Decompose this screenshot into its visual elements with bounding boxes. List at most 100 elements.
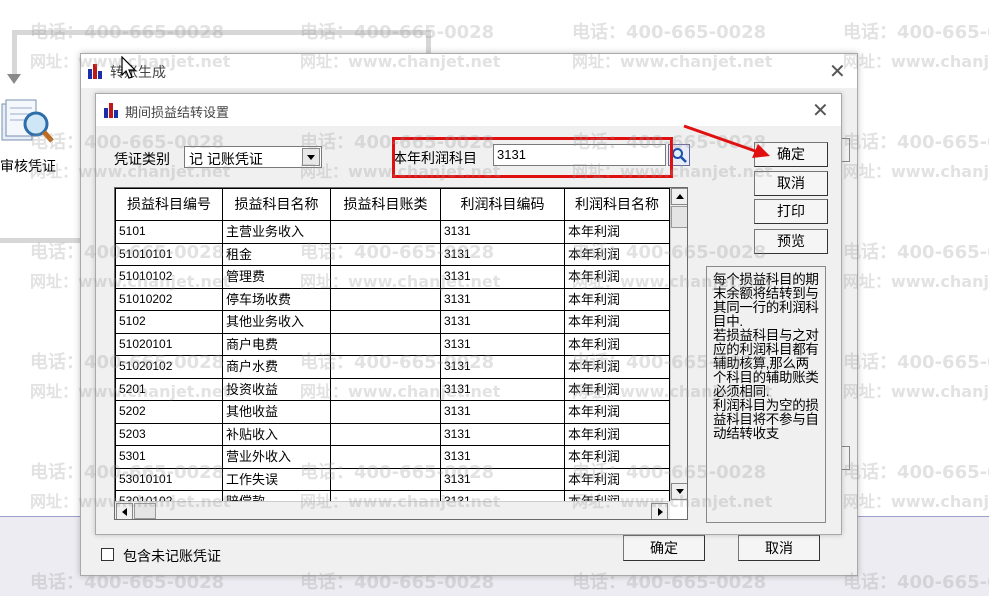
table-row[interactable]: 5101 主营业务收入 3131 本年利润 [115,221,670,244]
preview-button[interactable]: 预览 [754,229,828,254]
table-cell[interactable]: 本年利润 [565,446,670,469]
column-header[interactable]: 损益科目账类 [331,188,441,221]
table-row[interactable]: 5202 其他收益 3131 本年利润 [115,401,670,424]
table-cell[interactable]: 3131 [441,356,565,379]
table-cell[interactable] [331,266,441,289]
table-row[interactable]: 51020101 商户电费 3131 本年利润 [115,333,670,356]
table-cell[interactable]: 其他业务收入 [223,311,331,334]
audit-voucher-icon[interactable] [0,94,56,150]
close-icon[interactable]: ✕ [829,61,846,81]
table-cell[interactable]: 投资收益 [223,378,331,401]
table-cell[interactable]: 51010202 [115,288,223,311]
table-cell[interactable]: 5203 [115,423,223,446]
table-cell[interactable]: 本年利润 [565,333,670,356]
cancel-button[interactable]: 取消 [754,171,828,196]
table-row[interactable]: 5203 补贴收入 3131 本年利润 [115,423,670,446]
table-cell[interactable]: 本年利润 [565,266,670,289]
table-row[interactable]: 5102 其他业务收入 3131 本年利润 [115,311,670,334]
table-cell[interactable]: 停车场收费 [223,288,331,311]
column-header[interactable]: 损益科目名称 [223,188,331,221]
table-cell[interactable]: 5201 [115,378,223,401]
table-cell[interactable] [331,221,441,244]
table-cell[interactable] [331,333,441,356]
table-cell[interactable]: 本年利润 [565,221,670,244]
table-cell[interactable] [331,356,441,379]
scroll-thumb[interactable] [134,503,156,519]
table-cell[interactable]: 51020102 [115,356,223,379]
table-cell[interactable]: 本年利润 [565,356,670,379]
horizontal-scrollbar[interactable] [115,501,670,519]
table-cell[interactable]: 营业外收入 [223,446,331,469]
table-cell[interactable]: 51010102 [115,266,223,289]
table-row[interactable]: 51020102 商户水费 3131 本年利润 [115,356,670,379]
close-icon[interactable]: ✕ [812,100,829,120]
table-cell[interactable]: 租金 [223,243,331,266]
table-cell[interactable]: 5101 [115,221,223,244]
scroll-right-icon[interactable] [651,503,668,519]
table-cell[interactable]: 3131 [441,221,565,244]
table-cell[interactable]: 3131 [441,243,565,266]
table-cell[interactable]: 商户水费 [223,356,331,379]
table-cell[interactable] [331,243,441,266]
outer-cancel-button[interactable]: 取消 [738,535,820,561]
table-cell[interactable]: 本年利润 [565,243,670,266]
outer-side-control[interactable] [842,446,850,470]
scroll-left-icon[interactable] [116,503,133,519]
table-cell[interactable]: 3131 [441,378,565,401]
table-cell[interactable]: 本年利润 [565,378,670,401]
table-row[interactable]: 5301 营业外收入 3131 本年利润 [115,446,670,469]
table-cell[interactable]: 本年利润 [565,288,670,311]
print-button[interactable]: 打印 [754,199,828,224]
table-cell[interactable]: 主营业务收入 [223,221,331,244]
table-cell[interactable] [331,401,441,424]
audit-voucher-label[interactable]: 审核凭证 [0,156,56,176]
table-cell[interactable]: 商户电费 [223,333,331,356]
table-cell[interactable]: 53010101 [115,468,223,491]
table-cell[interactable]: 3131 [441,468,565,491]
table-cell[interactable] [331,288,441,311]
column-header[interactable]: 利润科目编码 [441,188,565,221]
column-header[interactable]: 利润科目名称 [565,188,670,221]
table-cell[interactable] [331,423,441,446]
outer-side-control[interactable] [842,138,850,162]
table-cell[interactable] [331,311,441,334]
scroll-down-icon[interactable] [671,483,687,500]
include-unposted-checkbox[interactable] [101,548,114,561]
table-cell[interactable]: 3131 [441,423,565,446]
table-cell[interactable]: 3131 [441,288,565,311]
table-row[interactable]: 5201 投资收益 3131 本年利润 [115,378,670,401]
table-cell[interactable]: 51020101 [115,333,223,356]
voucher-type-select[interactable]: 记 记账凭证 [184,146,322,168]
table-cell[interactable]: 3131 [441,446,565,469]
table-row[interactable]: 51010101 租金 3131 本年利润 [115,243,670,266]
table-cell[interactable]: 51010101 [115,243,223,266]
table-cell[interactable]: 3131 [441,311,565,334]
scroll-up-icon[interactable] [671,188,687,205]
chevron-down-icon[interactable] [302,148,320,166]
scroll-thumb[interactable] [671,206,687,228]
table-cell[interactable]: 本年利润 [565,468,670,491]
table-cell[interactable]: 本年利润 [565,401,670,424]
table-cell[interactable]: 管理费 [223,266,331,289]
table-row[interactable]: 51010102 管理费 3131 本年利润 [115,266,670,289]
table-cell[interactable]: 3131 [441,401,565,424]
table-cell[interactable]: 补贴收入 [223,423,331,446]
table-cell[interactable]: 本年利润 [565,423,670,446]
table-cell[interactable]: 其他收益 [223,401,331,424]
table-cell[interactable] [331,378,441,401]
table-cell[interactable]: 5102 [115,311,223,334]
table-cell[interactable]: 5202 [115,401,223,424]
table-cell[interactable]: 3131 [441,266,565,289]
table-cell[interactable]: 5301 [115,446,223,469]
table-row[interactable]: 53010101 工作失误 3131 本年利润 [115,468,670,491]
table-cell[interactable] [331,446,441,469]
table-cell[interactable]: 本年利润 [565,311,670,334]
pl-account-grid[interactable]: 损益科目编号 损益科目名称 损益科目账类 利润科目编码 利润科目名称 5101 主营业务收… [114,187,688,520]
vertical-scrollbar[interactable] [670,188,687,501]
outer-ok-button[interactable]: 确定 [623,535,705,561]
table-row[interactable]: 51010202 停车场收费 3131 本年利润 [115,288,670,311]
table-cell[interactable] [331,468,441,491]
table-cell[interactable]: 3131 [441,333,565,356]
column-header[interactable]: 损益科目编号 [115,188,223,221]
table-cell[interactable]: 工作失误 [223,468,331,491]
